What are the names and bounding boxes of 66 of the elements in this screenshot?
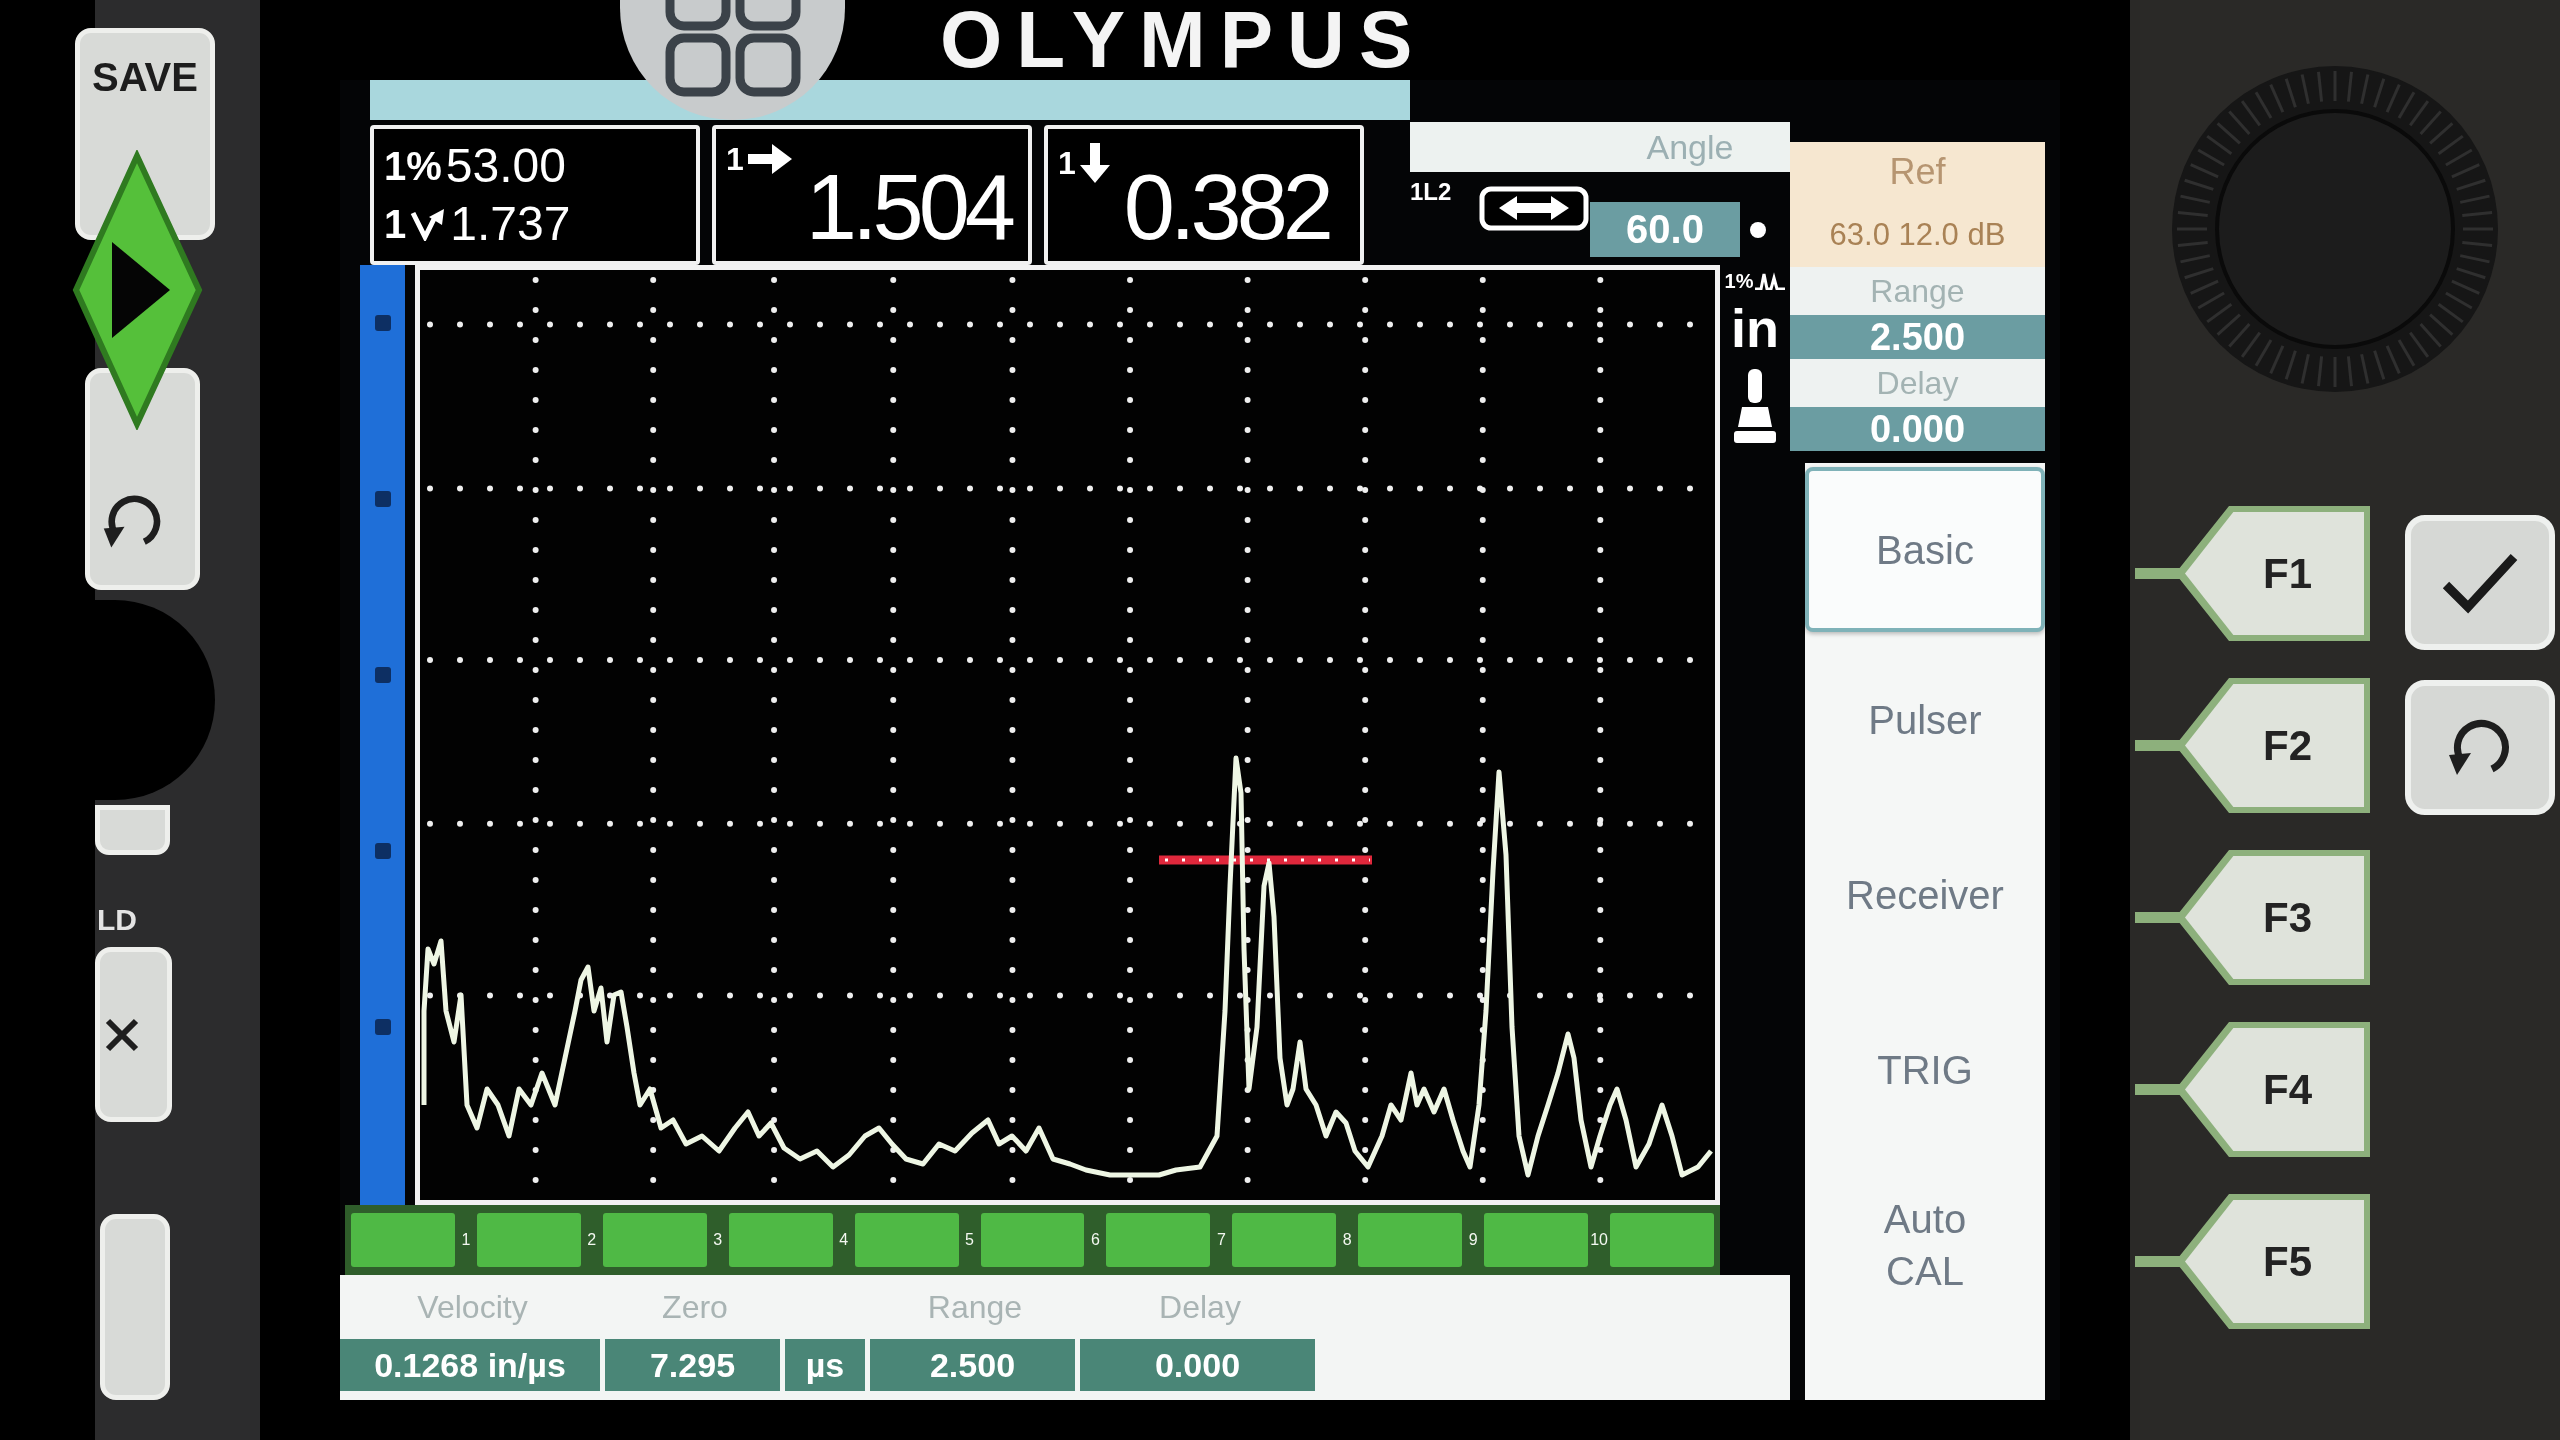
- zigzag-arrow-icon: [410, 207, 447, 241]
- field-value: 0.1268 in/µs: [340, 1339, 600, 1391]
- gain-tick: [374, 315, 391, 331]
- undo-key[interactable]: [2405, 680, 2555, 815]
- gain-tick: [374, 491, 391, 507]
- readout-prefix: 1%: [384, 146, 442, 186]
- function-key[interactable]: F5: [2135, 1194, 2370, 1329]
- param-label: Delay: [1790, 359, 2045, 407]
- readout-prefix: 1: [1058, 147, 1076, 179]
- field-value: µs: [785, 1339, 865, 1391]
- field-value: 2.500: [870, 1339, 1075, 1391]
- key-caption: LD: [97, 905, 137, 935]
- scale-label: 7: [1215, 1232, 1227, 1248]
- unit-label: in: [1731, 301, 1779, 355]
- scale-label: 6: [1090, 1232, 1101, 1248]
- readout-prefix: 1: [384, 204, 407, 244]
- menu-tab[interactable]: Pulser: [1805, 632, 2045, 807]
- readout-value: 0.382: [1123, 161, 1330, 253]
- field-label: Velocity: [416, 1287, 529, 1327]
- x-icon: [104, 1016, 140, 1053]
- right-arrow-icon: [747, 144, 792, 174]
- readout-prefix: 1: [726, 143, 744, 175]
- peak-icon: [1755, 272, 1786, 290]
- scale-label: 4: [838, 1232, 850, 1248]
- gain-tick: [374, 1019, 391, 1035]
- leg-label: 1L2: [1410, 180, 1452, 204]
- ref-label: Ref: [1888, 150, 1947, 194]
- gain-tick: [374, 843, 391, 859]
- field-label: Delay: [1158, 1287, 1242, 1327]
- brand-logo: OLYMPUS: [940, 0, 1427, 80]
- field-label: Range: [926, 1287, 1024, 1327]
- field-value: 0.000: [1080, 1339, 1315, 1391]
- clear-key[interactable]: [95, 947, 172, 1122]
- down-arrow-icon: [1079, 143, 1110, 183]
- dot-icon: [1750, 222, 1766, 238]
- readout-value: 1.504: [805, 161, 1012, 253]
- function-key[interactable]: F3: [2135, 850, 2370, 985]
- gain-tick: [374, 667, 391, 683]
- field-value: 7.295: [605, 1339, 780, 1391]
- field-label: Zero: [661, 1287, 729, 1327]
- menu-tab[interactable]: TRIG: [1805, 982, 2045, 1157]
- readout-value: 53.00: [445, 142, 566, 190]
- param-value: 0.000: [1790, 407, 2045, 451]
- menu-tab[interactable]: Receiver: [1805, 807, 2045, 982]
- angle-value: 60.0: [1590, 202, 1740, 257]
- function-key[interactable]: F2: [2135, 678, 2370, 813]
- menu-tab[interactable]: Auto CAL: [1805, 1157, 2045, 1332]
- undo-key[interactable]: [85, 368, 200, 590]
- function-key[interactable]: F4: [2135, 1022, 2370, 1157]
- function-key[interactable]: F1: [2135, 506, 2370, 641]
- scale-label: 9: [1467, 1232, 1479, 1248]
- menu-tab[interactable]: Basic: [1805, 467, 2045, 632]
- angle-label: Angle: [1410, 122, 1790, 172]
- param-value: 2.500: [1790, 315, 2045, 359]
- scale-label: 2: [586, 1232, 598, 1248]
- scale-label: 8: [1341, 1232, 1353, 1248]
- scale-label: 1: [460, 1232, 472, 1248]
- readout-value: 1.737: [450, 200, 571, 248]
- scale-label: 10: [1589, 1232, 1609, 1248]
- ref-value: 63.0 12.0 dB: [1828, 215, 2007, 254]
- param-label: Range: [1790, 267, 2045, 315]
- peak-label: 1%: [1724, 271, 1754, 291]
- check-key[interactable]: [2405, 515, 2555, 650]
- blank-key[interactable]: [95, 805, 170, 855]
- scale-label: 5: [964, 1232, 975, 1248]
- scale-label: 3: [712, 1232, 724, 1248]
